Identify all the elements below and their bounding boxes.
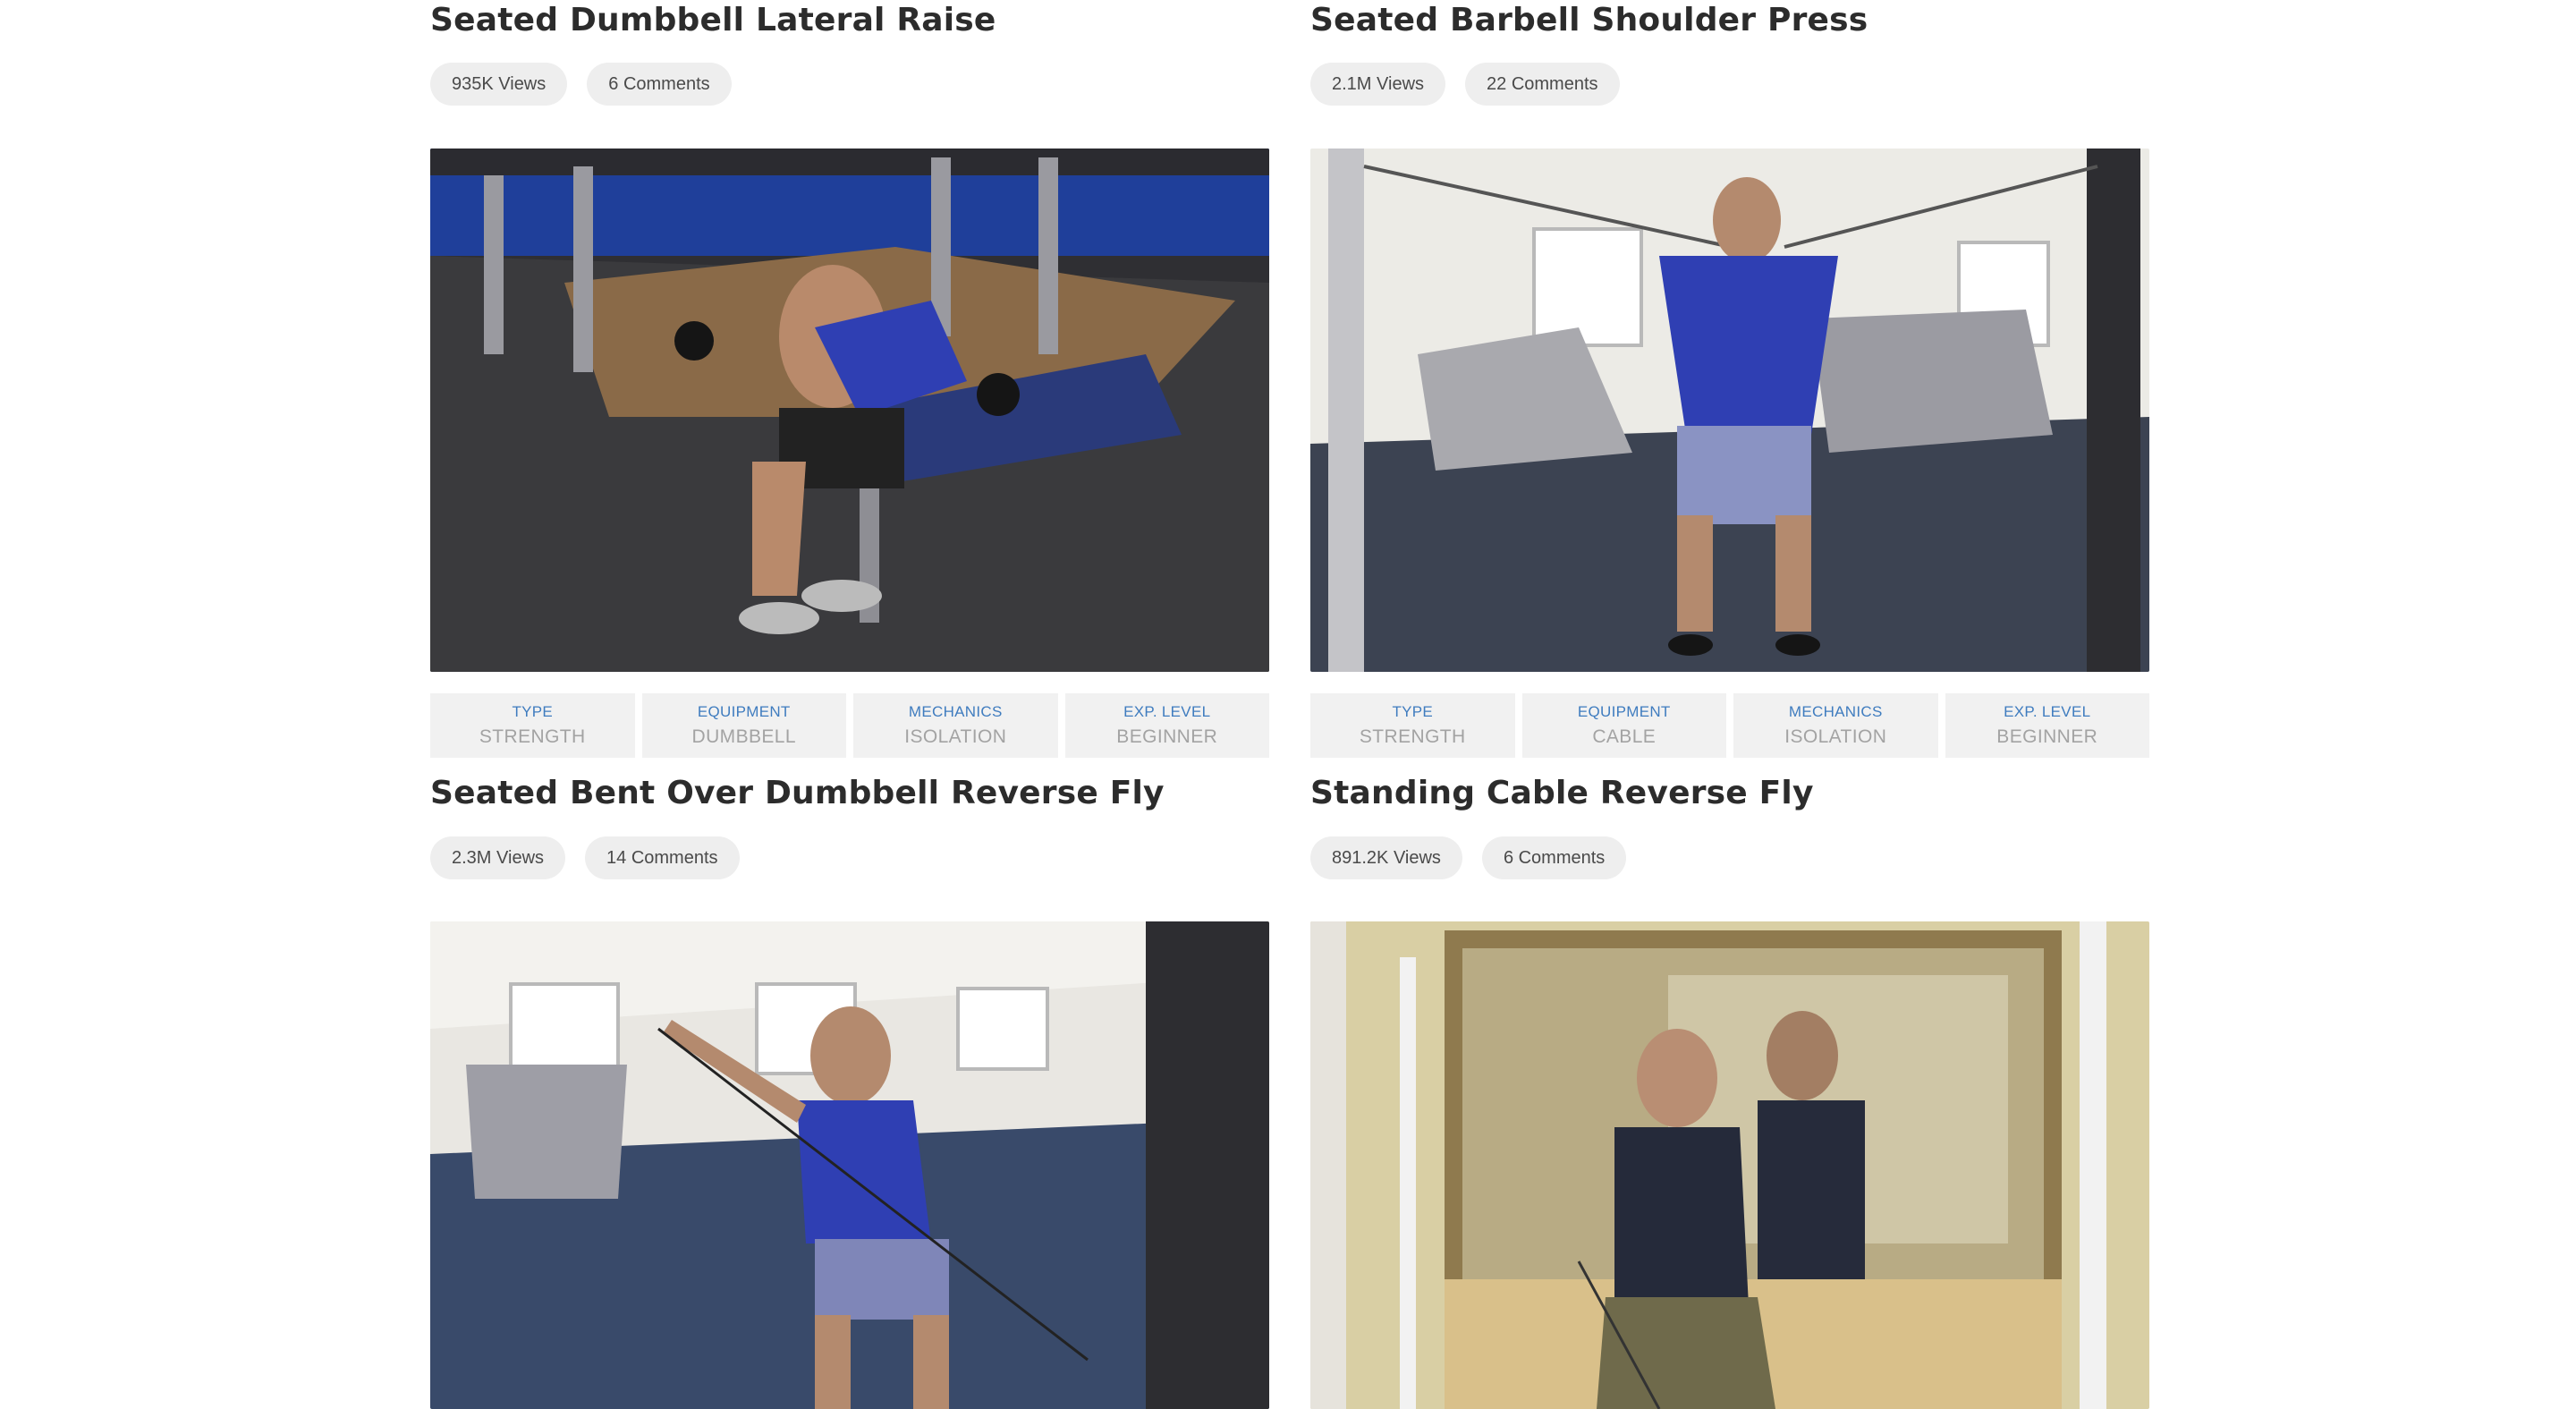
exercise-stats: 891.2K Views 6 Comments <box>1310 836 1627 879</box>
exercise-attributes: Type Strength Equipment Cable Mechanics … <box>1310 693 2149 758</box>
attribute-label: Equipment <box>697 703 791 720</box>
attribute-value: Strength <box>1359 726 1466 747</box>
comments-badge[interactable]: 14 Comments <box>585 836 740 879</box>
attribute-type: Type Strength <box>430 693 635 758</box>
exercise-thumbnail[interactable] <box>430 149 1269 672</box>
attribute-equipment: Equipment Dumbbell <box>641 693 846 758</box>
comments-badge[interactable]: 22 Comments <box>1465 63 1620 106</box>
attribute-type: Type Strength <box>1310 693 1515 758</box>
comments-badge[interactable]: 6 Comments <box>1481 836 1627 879</box>
exercise-stats: 935K Views 6 Comments <box>430 63 732 106</box>
attribute-label: Mechanics <box>1788 703 1883 720</box>
exercise-photo <box>1310 149 2149 672</box>
attribute-value: Beginner <box>1996 726 2098 747</box>
attribute-exp-level: Exp. Level Beginner <box>1064 693 1269 758</box>
comments-badge[interactable]: 6 Comments <box>587 63 732 106</box>
attribute-label: Exp. Level <box>1123 703 1211 720</box>
exercise-photo <box>1310 921 2149 1409</box>
views-badge: 935K Views <box>430 63 568 106</box>
attribute-mechanics: Mechanics Isolation <box>853 693 1058 758</box>
exercise-title[interactable]: Seated Dumbbell Lateral Raise <box>430 2 996 38</box>
attribute-label: Mechanics <box>908 703 1003 720</box>
attribute-value: Beginner <box>1116 726 1218 747</box>
attribute-label: Type <box>1392 703 1434 720</box>
exercise-photo <box>430 149 1269 672</box>
exercise-title[interactable]: Seated Barbell Shoulder Press <box>1310 2 1868 38</box>
exercise-attributes: Type Strength Equipment Dumbbell Mechani… <box>430 693 1269 758</box>
exercise-thumbnail[interactable] <box>1310 921 2149 1409</box>
attribute-label: Equipment <box>1577 703 1671 720</box>
views-badge: 2.1M Views <box>1310 63 1446 106</box>
exercise-title[interactable]: Seated Bent Over Dumbbell Reverse Fly <box>430 775 1165 811</box>
views-badge: 2.3M Views <box>430 836 566 879</box>
exercise-stats: 2.1M Views 22 Comments <box>1310 63 1620 106</box>
views-badge: 891.2K Views <box>1310 836 1462 879</box>
exercise-thumbnail[interactable] <box>1310 149 2149 672</box>
attribute-value: Isolation <box>904 726 1007 747</box>
attribute-mechanics: Mechanics Isolation <box>1733 693 1938 758</box>
exercise-grid: Seated Dumbbell Lateral Raise 935K Views… <box>430 0 2149 1409</box>
attribute-value: Cable <box>1592 726 1657 747</box>
exercise-title[interactable]: Standing Cable Reverse Fly <box>1310 775 1814 811</box>
attribute-equipment: Equipment Cable <box>1521 693 1726 758</box>
attribute-value: Isolation <box>1784 726 1887 747</box>
exercise-photo <box>430 921 1269 1409</box>
attribute-exp-level: Exp. Level Beginner <box>1945 693 2149 758</box>
attribute-value: Dumbbell <box>691 726 796 747</box>
attribute-label: Type <box>512 703 554 720</box>
exercise-stats: 2.3M Views 14 Comments <box>430 836 740 879</box>
exercise-thumbnail[interactable] <box>430 921 1269 1409</box>
attribute-value: Strength <box>479 726 586 747</box>
attribute-label: Exp. Level <box>2004 703 2091 720</box>
